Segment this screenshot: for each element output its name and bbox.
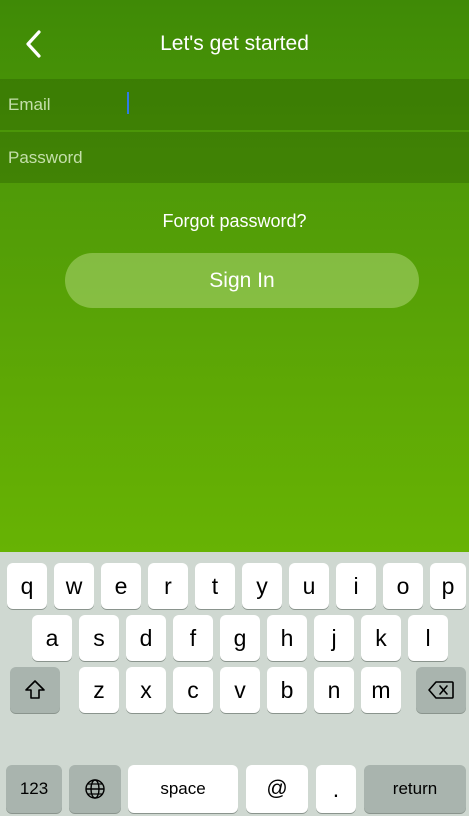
shift-key[interactable] [10, 667, 60, 713]
key-c[interactable]: c [173, 667, 213, 713]
key-s[interactable]: s [79, 615, 119, 661]
key-d[interactable]: d [126, 615, 166, 661]
page-title: Let's get started [160, 32, 309, 55]
key-w[interactable]: w [54, 563, 94, 609]
backspace-icon [428, 681, 454, 699]
screen: Let's get started Forgot password? Sign … [0, 0, 469, 816]
dot-key[interactable]: . [316, 765, 356, 813]
sign-in-button[interactable]: Sign In [65, 253, 419, 308]
key-m[interactable]: m [361, 667, 401, 713]
space-key[interactable]: space [128, 765, 238, 813]
globe-icon [85, 779, 105, 799]
password-input[interactable] [0, 132, 469, 183]
on-screen-keyboard: q w e r t y u i o p a s d f g h j k l z … [0, 552, 469, 816]
at-key[interactable]: @ [246, 765, 308, 813]
shift-icon [25, 680, 45, 699]
email-field-container [0, 79, 469, 130]
key-u[interactable]: u [289, 563, 329, 609]
key-p[interactable]: p [430, 563, 466, 609]
key-n[interactable]: n [314, 667, 354, 713]
key-o[interactable]: o [383, 563, 423, 609]
key-g[interactable]: g [220, 615, 260, 661]
key-k[interactable]: k [361, 615, 401, 661]
email-input[interactable] [0, 79, 469, 130]
key-e[interactable]: e [101, 563, 141, 609]
key-v[interactable]: v [220, 667, 260, 713]
navigation-bar: Let's get started [0, 10, 469, 78]
key-y[interactable]: y [242, 563, 282, 609]
globe-key[interactable] [69, 765, 121, 813]
key-f[interactable]: f [173, 615, 213, 661]
key-z[interactable]: z [79, 667, 119, 713]
key-r[interactable]: r [148, 563, 188, 609]
key-t[interactable]: t [195, 563, 235, 609]
text-cursor [127, 92, 129, 114]
forgot-password-link[interactable]: Forgot password? [0, 211, 469, 232]
key-a[interactable]: a [32, 615, 72, 661]
backspace-key[interactable] [416, 667, 466, 713]
key-l[interactable]: l [408, 615, 448, 661]
key-x[interactable]: x [126, 667, 166, 713]
login-screen: Let's get started Forgot password? Sign … [0, 0, 469, 552]
key-h[interactable]: h [267, 615, 307, 661]
key-b[interactable]: b [267, 667, 307, 713]
key-i[interactable]: i [336, 563, 376, 609]
numbers-key[interactable]: 123 [6, 765, 62, 813]
key-q[interactable]: q [7, 563, 47, 609]
key-j[interactable]: j [314, 615, 354, 661]
return-key[interactable]: return [364, 765, 466, 813]
password-field-container [0, 132, 469, 183]
